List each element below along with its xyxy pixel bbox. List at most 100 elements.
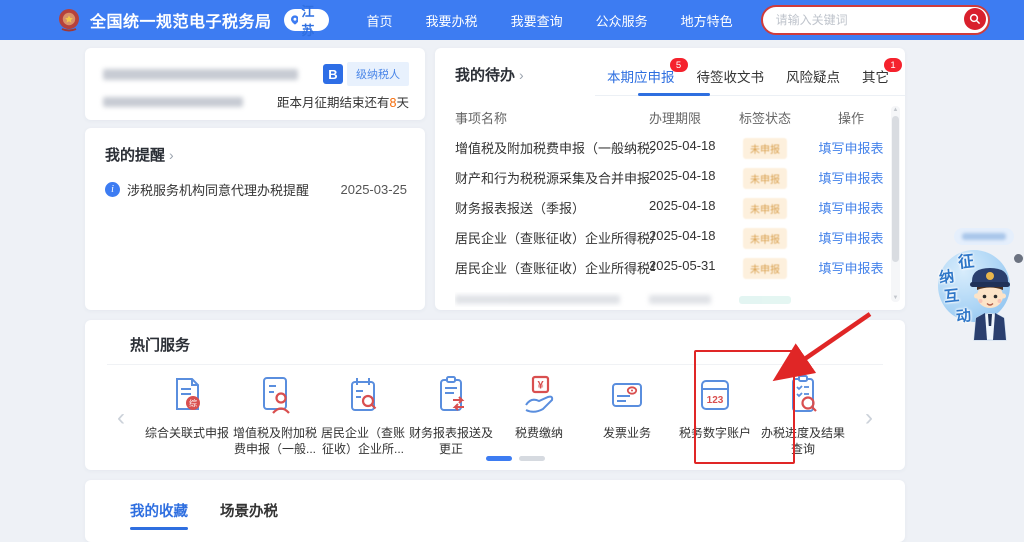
action-cell: 填写申报表 (803, 138, 899, 157)
service-resident-enterprise-income-tax[interactable]: 居民企业（查账征收）企业所... (319, 372, 407, 457)
status-cell: 未申报 (725, 168, 805, 189)
todo-tabs: 本期应申报 5 待签收文书 风险疑点 其它 1 (607, 66, 889, 86)
active-tab-indicator (638, 93, 710, 96)
document-person-icon (252, 372, 298, 418)
clipboard-swap-icon (428, 372, 474, 418)
status-badge: 未申报 (743, 138, 787, 159)
nav-item-home[interactable]: 首页 (367, 11, 393, 30)
service-tax-payment[interactable]: ¥ 税费缴纳 (495, 372, 583, 457)
fill-declaration-link[interactable]: 填写申报表 (818, 141, 883, 156)
table-row: 财务报表报送（季报） 2025-04-18 未申报 填写申报表 (435, 198, 905, 226)
invoice-stamp-icon (604, 372, 650, 418)
carousel-left-icon[interactable]: ‹ (117, 406, 125, 430)
nav-item-local-features[interactable]: 地方特色 (681, 11, 733, 30)
table-row: 财产和行为税税源采集及合并申报 2025-04-18 未申报 填写申报表 (435, 168, 905, 196)
bubble-text-redacted (962, 233, 1006, 240)
search-button[interactable] (964, 8, 986, 30)
taxpayer-info-card: B 级纳税人 距本月征期结束还有8天 (85, 48, 425, 120)
table-scrollbar[interactable]: ▲ ▼ (891, 106, 900, 302)
tab-others[interactable]: 其它 1 (862, 66, 889, 86)
location-selector[interactable]: 江苏 (284, 9, 329, 31)
search-icon (969, 13, 981, 25)
chevron-right-icon[interactable]: › (169, 147, 174, 163)
scroll-up-icon[interactable]: ▲ (891, 107, 900, 113)
main-nav: 首页 我要办税 我要查询 公众服务 地方特色 (367, 11, 733, 30)
status-cell: 未申报 (725, 228, 805, 249)
carousel-right-icon[interactable]: › (865, 406, 873, 430)
assistant-char: 互 (943, 284, 960, 306)
divider (107, 364, 883, 365)
nav-item-public-service[interactable]: 公众服务 (596, 11, 648, 30)
status-badge: 未申报 (743, 228, 787, 249)
table-row: 居民企业（查账征收）企业所得税年... 2025-05-31 未申报 填写申报表 (435, 258, 905, 286)
tab-scenario-tax[interactable]: 场景办税 (220, 500, 278, 521)
location-label: 江苏 (301, 1, 318, 39)
item-name: 居民企业（查账征收）企业所得税月... (455, 228, 655, 247)
reminder-label: 涉税服务机构同意代理办税提醒 (127, 180, 309, 199)
assistant-collapse-button[interactable] (1014, 254, 1023, 263)
hot-services-title: 热门服务 (130, 334, 190, 355)
my-reminders-card: 我的提醒 › i 涉税服务机构同意代理办税提醒 2025-03-25 (85, 128, 425, 310)
status-cell: 未申报 (725, 138, 805, 159)
interaction-assistant-widget[interactable]: 征 纳 互 动 (930, 222, 1024, 344)
etax-portal-page: 全国统一规范电子税务局 江苏 首页 我要办税 我要查询 公众服务 地方特色 (0, 0, 1024, 542)
col-action: 操作 (803, 108, 899, 127)
service-digital-tax-account[interactable]: 123 税务数字账户 (671, 372, 759, 457)
tab-documents-to-sign[interactable]: 待签收文书 (697, 66, 765, 86)
tab-badge-count: 1 (884, 58, 902, 72)
col-status: 标签状态 (725, 108, 805, 127)
table-row: 居民企业（查账征收）企业所得税月... 2025-04-18 未申报 填写申报表 (435, 228, 905, 256)
nav-item-query[interactable]: 我要查询 (511, 11, 563, 30)
table-row: 增值税及附加税费申报（一般纳税人... 2025-04-18 未申报 填写申报表 (435, 138, 905, 166)
site-title: 全国统一规范电子税务局 (90, 8, 272, 32)
status-cell: 未申报 (725, 198, 805, 219)
service-financial-statements[interactable]: 财务报表报送及更正 (407, 372, 495, 457)
reminder-date: 2025-03-25 (341, 182, 408, 197)
carousel-dots (486, 456, 545, 461)
scroll-down-icon[interactable]: ▼ (891, 295, 900, 301)
reminder-item[interactable]: i 涉税服务机构同意代理办税提醒 2025-03-25 (105, 180, 407, 199)
service-vat-declaration[interactable]: 增值税及附加税费申报（一般... (231, 372, 319, 457)
fill-declaration-link[interactable]: 填写申报表 (818, 201, 883, 216)
carousel-dot[interactable] (519, 456, 545, 461)
status-badge: 未申报 (743, 168, 787, 189)
status-badge: 未申报 (743, 198, 787, 219)
reminders-title: 我的提醒 (105, 144, 165, 165)
calendar-search-icon (340, 372, 386, 418)
service-progress-result-query[interactable]: 办税进度及结果查询 (759, 372, 847, 457)
location-pin-icon (291, 13, 299, 27)
nav-item-handle-tax[interactable]: 我要办税 (426, 11, 478, 30)
todo-table-header: 事项名称 办理期限 标签状态 操作 (435, 108, 905, 132)
scrollbar-thumb[interactable] (892, 116, 899, 262)
tab-my-favorites[interactable]: 我的收藏 (130, 500, 188, 521)
favorites-card: 我的收藏 场景办税 (85, 480, 905, 542)
top-navigation-bar: 全国统一规范电子税务局 江苏 首页 我要办税 我要查询 公众服务 地方特色 (0, 0, 1024, 40)
action-cell: 填写申报表 (803, 228, 899, 247)
item-name: 财产和行为税税源采集及合并申报 (455, 168, 655, 187)
tax-bureau-emblem-icon (56, 7, 82, 33)
service-invoice-business[interactable]: 发票业务 (583, 372, 671, 457)
filing-deadline-text: 距本月征期结束还有8天 (277, 92, 409, 111)
fill-declaration-link[interactable]: 填写申报表 (818, 231, 883, 246)
carousel-dot-active[interactable] (486, 456, 512, 461)
tab-current-declarations[interactable]: 本期应申报 5 (607, 66, 675, 86)
fill-declaration-link[interactable]: 填写申报表 (818, 261, 883, 276)
item-name: 居民企业（查账征收）企业所得税年... (455, 258, 655, 277)
tab-badge-count: 5 (670, 58, 688, 72)
svg-text:综: 综 (189, 398, 197, 408)
fill-declaration-link[interactable]: 填写申报表 (818, 171, 883, 186)
company-name-redacted (103, 69, 298, 80)
col-item-name: 事项名称 (455, 108, 655, 127)
search-input[interactable] (774, 12, 988, 28)
chevron-right-icon[interactable]: › (519, 67, 524, 83)
action-cell: 填写申报表 (803, 198, 899, 217)
assistant-chat-bubble[interactable] (954, 228, 1014, 245)
search-box (761, 5, 990, 35)
my-todo-card: 我的待办 › 本期应申报 5 待签收文书 风险疑点 其它 1 事项名称 办理期限… (435, 48, 905, 310)
favorites-tabs: 我的收藏 场景办税 (130, 500, 278, 521)
status-badge-partial (739, 296, 791, 304)
service-comprehensive-declaration[interactable]: 综 综合关联式申报 (143, 372, 231, 457)
tab-risk-points[interactable]: 风险疑点 (786, 66, 840, 86)
document-seal-icon: 综 (164, 372, 210, 418)
status-cell: 未申报 (725, 258, 805, 279)
